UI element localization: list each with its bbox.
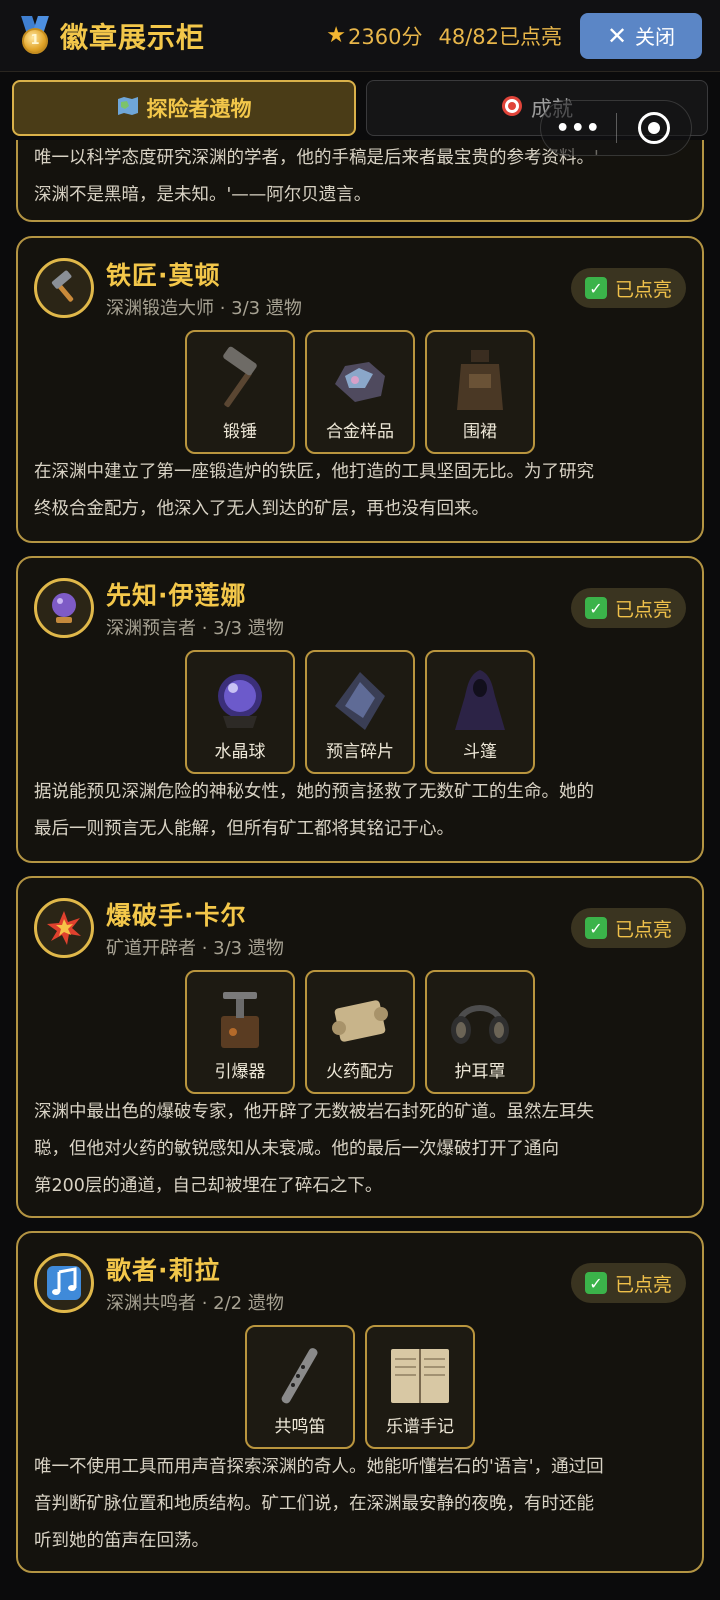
star-icon: ★ (326, 23, 347, 48)
character-subtitle: 深渊预言者 · 3/3 遗物 (106, 618, 284, 639)
close-icon: ✕ (606, 21, 628, 50)
character-name: 爆破手·卡尔 (106, 901, 247, 930)
character-subtitle: 矿道开辟者 · 3/3 遗物 (106, 938, 284, 959)
score-value: 2360分 (348, 24, 423, 49)
more-menu-button[interactable]: ••• (541, 116, 616, 141)
medal-icon: 1 (18, 15, 52, 56)
relic-card-prophet: 先知·伊莲娜 深渊预言者 · 3/3 遗物 ✓ 已点亮 水晶球 预言碎片 斗篷 据… (16, 556, 704, 863)
tab-explorer-relics[interactable]: 探险者遗物 (12, 80, 356, 136)
character-subtitle: 深渊共鸣者 · 2/2 遗物 (106, 1293, 284, 1314)
flute-icon (281, 1348, 318, 1404)
hammer-icon (34, 258, 94, 318)
apron-icon (457, 350, 503, 410)
detonator-icon (221, 992, 259, 1048)
crystal-ball-icon (34, 578, 94, 638)
relic-item[interactable]: 共鸣笛 (245, 1325, 355, 1449)
status-badge: ✓ 已点亮 (570, 1263, 686, 1303)
check-icon: ✓ (584, 277, 607, 299)
top-bar: 1 徽章展示柜 ★ 2360分 48/82已点亮 ✕ 关闭 (0, 0, 720, 72)
prophecy-shard-icon (335, 672, 385, 730)
relic-card-blacksmith: 铁匠·莫顿 深渊锻造大师 · 3/3 遗物 ✓ 已点亮 锻锤 合金样品 围裙 在深… (16, 236, 704, 543)
character-name: 歌者·莉拉 (106, 1256, 221, 1285)
card-description: 深渊中最出色的爆破专家，他开辟了无数被岩石封死的矿道。虽然左耳失 聪，但他对火药… (34, 1102, 594, 1196)
card-description: 据说能预见深渊危险的神秘女性，她的预言拯救了无数矿工的生命。她的 最后一则预言无… (34, 782, 594, 839)
alloy-sample-icon (335, 362, 385, 402)
close-label: 关闭 (635, 25, 676, 49)
close-button[interactable]: ✕ 关闭 (580, 12, 702, 59)
cloak-icon (455, 670, 505, 730)
music-note-icon (34, 1253, 94, 1313)
record-icon (637, 112, 670, 144)
crystal-ball-icon (218, 674, 262, 728)
scroll-icon (332, 1000, 388, 1042)
miniprogram-capsule: ••• (540, 100, 692, 156)
status-badge: ✓ 已点亮 (570, 908, 686, 948)
record-button[interactable] (617, 112, 692, 144)
forge-hammer-icon (223, 346, 257, 408)
content-scroll[interactable]: 唯一以科学态度研究深渊的学者，他的手稿是后来者最宝贵的参考资料。' 深渊不是黑暗… (0, 140, 720, 1600)
character-name: 铁匠·莫顿 (106, 261, 221, 290)
earmuffs-icon (451, 1005, 509, 1044)
relic-list: 引爆器 火药配方 护耳罩 (18, 958, 702, 1094)
relic-item[interactable]: 锻锤 (185, 330, 295, 454)
relic-list: 锻锤 合金样品 围裙 (18, 318, 702, 454)
lit-count: 48/82已点亮 (438, 24, 562, 49)
relic-item[interactable]: 乐谱手记 (365, 1325, 475, 1449)
card-description: 唯一不使用工具而用声音探索深渊的奇人。她能听懂岩石的'语言'，通过回 音判断矿脉… (34, 1457, 604, 1551)
target-icon (501, 95, 523, 122)
character-subtitle: 深渊锻造大师 · 3/3 遗物 (106, 298, 302, 319)
status-badge: ✓ 已点亮 (570, 588, 686, 628)
explosion-icon (34, 898, 94, 958)
relic-list: 共鸣笛 乐谱手记 (18, 1313, 702, 1449)
status-badge: ✓ 已点亮 (570, 268, 686, 308)
relic-card-demolition: 爆破手·卡尔 矿道开辟者 · 3/3 遗物 ✓ 已点亮 引爆器 火药配方 护耳罩 … (16, 876, 704, 1218)
relic-item[interactable]: 引爆器 (185, 970, 295, 1094)
check-icon: ✓ (584, 597, 607, 619)
relic-item[interactable]: 火药配方 (305, 970, 415, 1094)
relic-item[interactable]: 护耳罩 (425, 970, 535, 1094)
page-title: 徽章展示柜 (60, 20, 206, 54)
map-icon (117, 96, 139, 121)
music-book-icon (391, 1349, 449, 1403)
relic-item[interactable]: 合金样品 (305, 330, 415, 454)
relic-item[interactable]: 预言碎片 (305, 650, 415, 774)
relic-card-singer: 歌者·莉拉 深渊共鸣者 · 2/2 遗物 ✓ 已点亮 共鸣笛 乐谱手记 唯一不使用… (16, 1231, 704, 1573)
character-name: 先知·伊莲娜 (106, 581, 247, 610)
relic-list: 水晶球 预言碎片 斗篷 (18, 638, 702, 774)
relic-item[interactable]: 斗篷 (425, 650, 535, 774)
relic-item[interactable]: 围裙 (425, 330, 535, 454)
check-icon: ✓ (584, 1272, 607, 1294)
card-description: 在深渊中建立了第一座锻造炉的铁匠，他打造的工具坚固无比。为了研究 终极合金配方，… (34, 462, 594, 519)
score-display: ★ 2360分 (326, 21, 422, 51)
check-icon: ✓ (584, 917, 607, 939)
relic-item[interactable]: 水晶球 (185, 650, 295, 774)
